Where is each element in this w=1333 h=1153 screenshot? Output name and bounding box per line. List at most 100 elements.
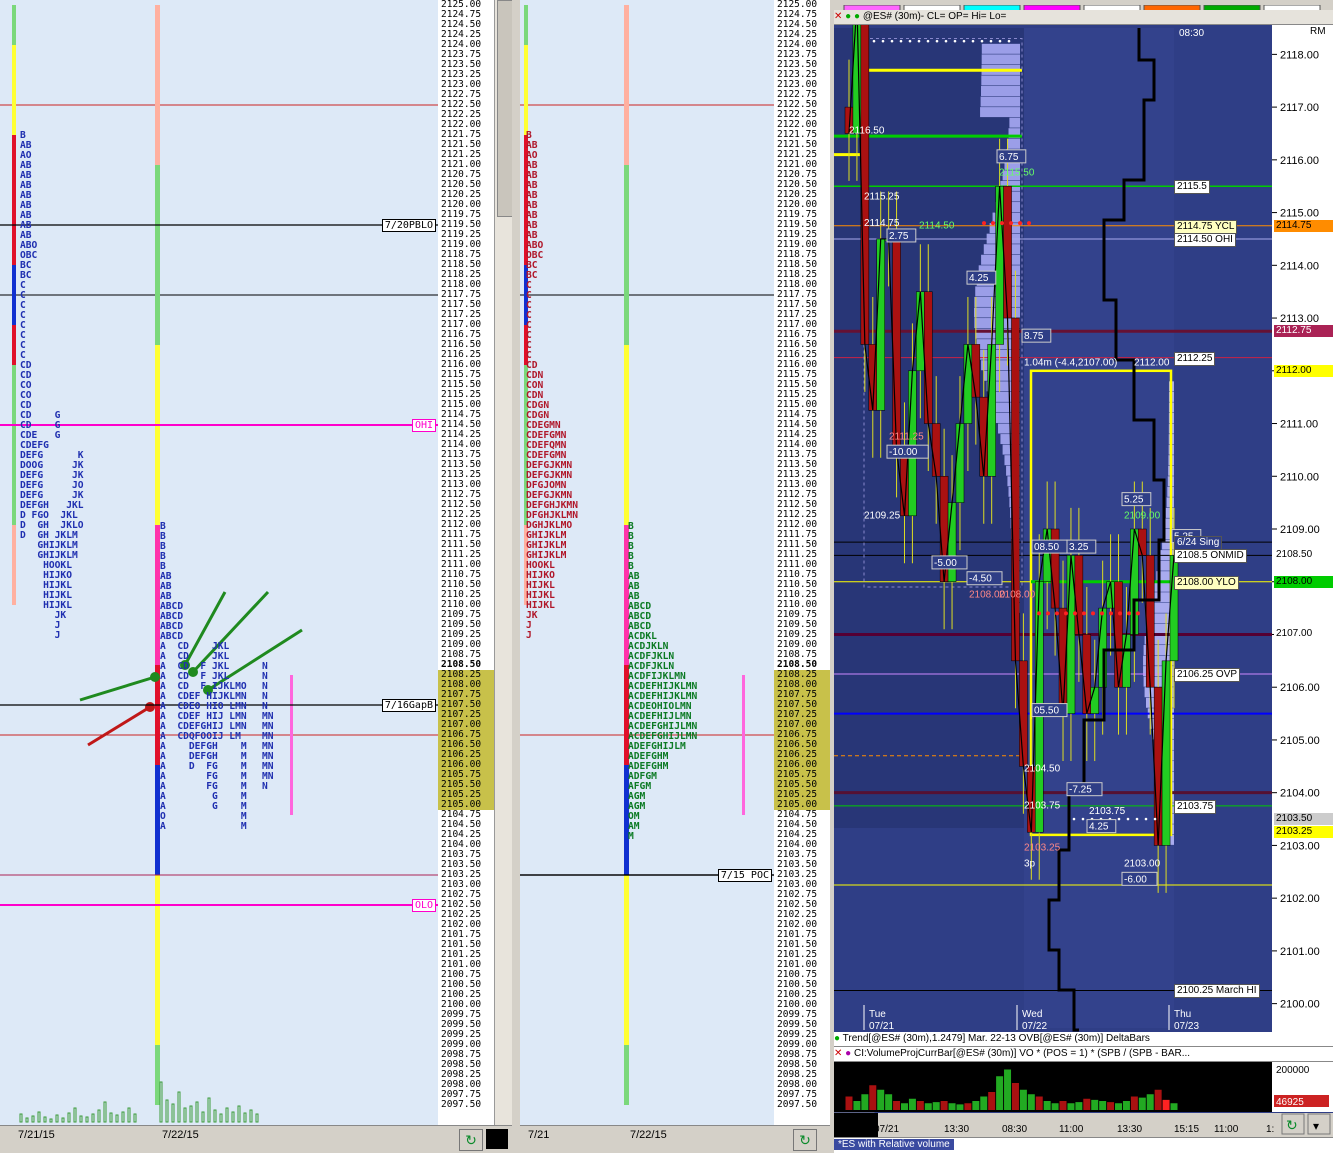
dot-marker <box>1091 611 1095 616</box>
refresh-icon[interactable]: ↻ <box>793 1129 817 1151</box>
price-annotation: 2.75 <box>889 231 909 242</box>
session-column <box>12 525 16 605</box>
axis-label: 2116.00 <box>1280 155 1319 167</box>
volume-profile-bar <box>981 86 1020 97</box>
date-label-top: Tue <box>869 1009 886 1020</box>
candle-body <box>1161 660 1171 846</box>
price-level-tag: 2100.25 March HI <box>1174 984 1260 999</box>
price-annotation: 2103.75 <box>1089 806 1126 817</box>
status-dot-icon: ● <box>834 1033 841 1044</box>
date-label-bottom: 07/22 <box>1022 1021 1047 1032</box>
pane-splitter[interactable] <box>512 0 520 1125</box>
status-dot-icon: ● <box>845 11 852 22</box>
price-level-tag: 2114.50 OHI <box>1174 232 1236 247</box>
time-axis-label: 13:30 <box>944 1124 969 1135</box>
axis-price-tag: 2108.00 <box>1274 575 1333 588</box>
candle-body <box>1090 686 1099 714</box>
refresh-icon[interactable]: ↻ <box>459 1129 483 1151</box>
volume-bar <box>996 1076 1004 1110</box>
volume-bar <box>972 1101 980 1110</box>
axis-price-tag: 2103.50 <box>1274 813 1333 826</box>
vertical-scrollbar[interactable] <box>494 0 513 1125</box>
candle-body <box>924 291 933 424</box>
tpo-profile-chart-middle[interactable]: B AB AO AB AB AB AB AB AB AB AB ABO OBC … <box>520 0 774 1125</box>
volume-bar <box>55 1114 59 1123</box>
volume-bar <box>1075 1102 1083 1110</box>
volume-bar <box>1027 1094 1035 1110</box>
level-label: OLO <box>411 899 436 912</box>
session-column <box>12 325 16 365</box>
volume-bar <box>237 1105 241 1123</box>
dot-marker <box>1073 611 1077 616</box>
volume-bar <box>877 1089 885 1110</box>
color-swatch[interactable] <box>486 1129 508 1149</box>
price-annotation: 2112.00 <box>1134 358 1170 369</box>
arrow-head <box>145 702 155 712</box>
time-axis-label: 13:30 <box>1117 1124 1142 1135</box>
candlestick-chart[interactable]: 2118.00 2117.00 2116.00 2115.00 2114.00 2113.… <box>834 0 1333 1152</box>
candle-body <box>892 238 901 451</box>
price-annotation: 2115.25 <box>864 191 900 202</box>
dot-marker <box>1000 221 1004 226</box>
session-column <box>12 45 16 135</box>
candle-body <box>860 1 870 345</box>
dot-marker <box>982 221 986 226</box>
dot-marker <box>980 39 984 43</box>
volume-profile-bar <box>1007 138 1020 149</box>
volume-bar <box>201 1111 205 1123</box>
volume-bar <box>1130 1096 1138 1110</box>
dot-marker <box>1055 611 1059 616</box>
time-axis-label: 1: <box>1266 1124 1274 1135</box>
tpo-profile-chart-left[interactable]: B AB AO AB AB AB AB AB AB AB AB ABO OBC … <box>0 0 438 1125</box>
volume-bar <box>869 1085 877 1110</box>
volume-bar <box>73 1107 77 1123</box>
axis-label: 2102.00 <box>1280 893 1320 905</box>
arrow-head <box>150 672 160 682</box>
expand-icon: ▾ <box>1313 1119 1319 1133</box>
dot-marker <box>998 39 1002 43</box>
footer-tab[interactable]: *ES with Relative volume <box>834 1139 954 1150</box>
scrollbar-thumb[interactable] <box>497 0 513 217</box>
annotation-arrow <box>79 675 156 702</box>
session-column <box>155 165 160 345</box>
dot-marker <box>989 39 993 43</box>
price-annotation: 4.25 <box>969 273 989 284</box>
volume-bar <box>948 1103 956 1110</box>
price-level-tag: 2108.5 ONMID <box>1174 549 1247 564</box>
volume-bar <box>988 1092 996 1110</box>
tpo-profile-7-22-mid: B B B B B AB AB AB ABCD ABCD ABCD ACDKL … <box>628 521 698 842</box>
volume-bar <box>964 1103 972 1110</box>
volume-bar <box>1059 1101 1067 1110</box>
session-column <box>12 135 16 265</box>
tpo-profile-7-22: B B B B B AB AB AB ABCD ABCD ABCD ABCD A… <box>160 521 247 832</box>
dot-marker <box>890 39 894 43</box>
dot-marker <box>1007 39 1011 43</box>
tpo-profile-7-22-n: N N N N N MN MN MN MN MN MN MN N <box>262 661 274 792</box>
dot-marker <box>1081 817 1085 821</box>
corner-tag: RM <box>1310 26 1326 37</box>
price-annotation: -10.00 <box>889 447 918 458</box>
price-annotation: 1.04m (-4.4,2107.00) <box>1024 358 1117 369</box>
session-column <box>155 5 160 165</box>
status-dot-icon: ● <box>854 11 861 22</box>
volume-bar <box>249 1109 253 1123</box>
axis-label: 2105.00 <box>1280 735 1320 747</box>
session-column <box>624 165 629 345</box>
axis-label: 2106.00 <box>1280 682 1320 694</box>
volume-bar <box>225 1107 229 1123</box>
close-icon[interactable]: ✕ <box>834 11 842 22</box>
tpo-profile-7-21-mid: B AB AO AB AB AB AB AB AB AB AB ABO OBC … <box>526 130 578 641</box>
price-annotation: 3.25 <box>1069 542 1089 553</box>
status-dot-icon: ● <box>845 1048 852 1059</box>
price-annotation: 2103.25 <box>1024 843 1061 854</box>
dot-marker <box>926 39 930 43</box>
session-column <box>12 365 16 525</box>
candle-body <box>908 370 917 517</box>
close-icon[interactable]: ✕ <box>834 1048 842 1059</box>
dot-marker <box>1117 817 1121 821</box>
date-axis-mid: 7/21 7/22/15 ↻ <box>520 1125 830 1153</box>
dot-marker <box>991 221 995 226</box>
price-annotation: 08.50 <box>1034 542 1059 553</box>
volume-bar <box>1067 1103 1075 1110</box>
dot-marker <box>1136 611 1140 616</box>
